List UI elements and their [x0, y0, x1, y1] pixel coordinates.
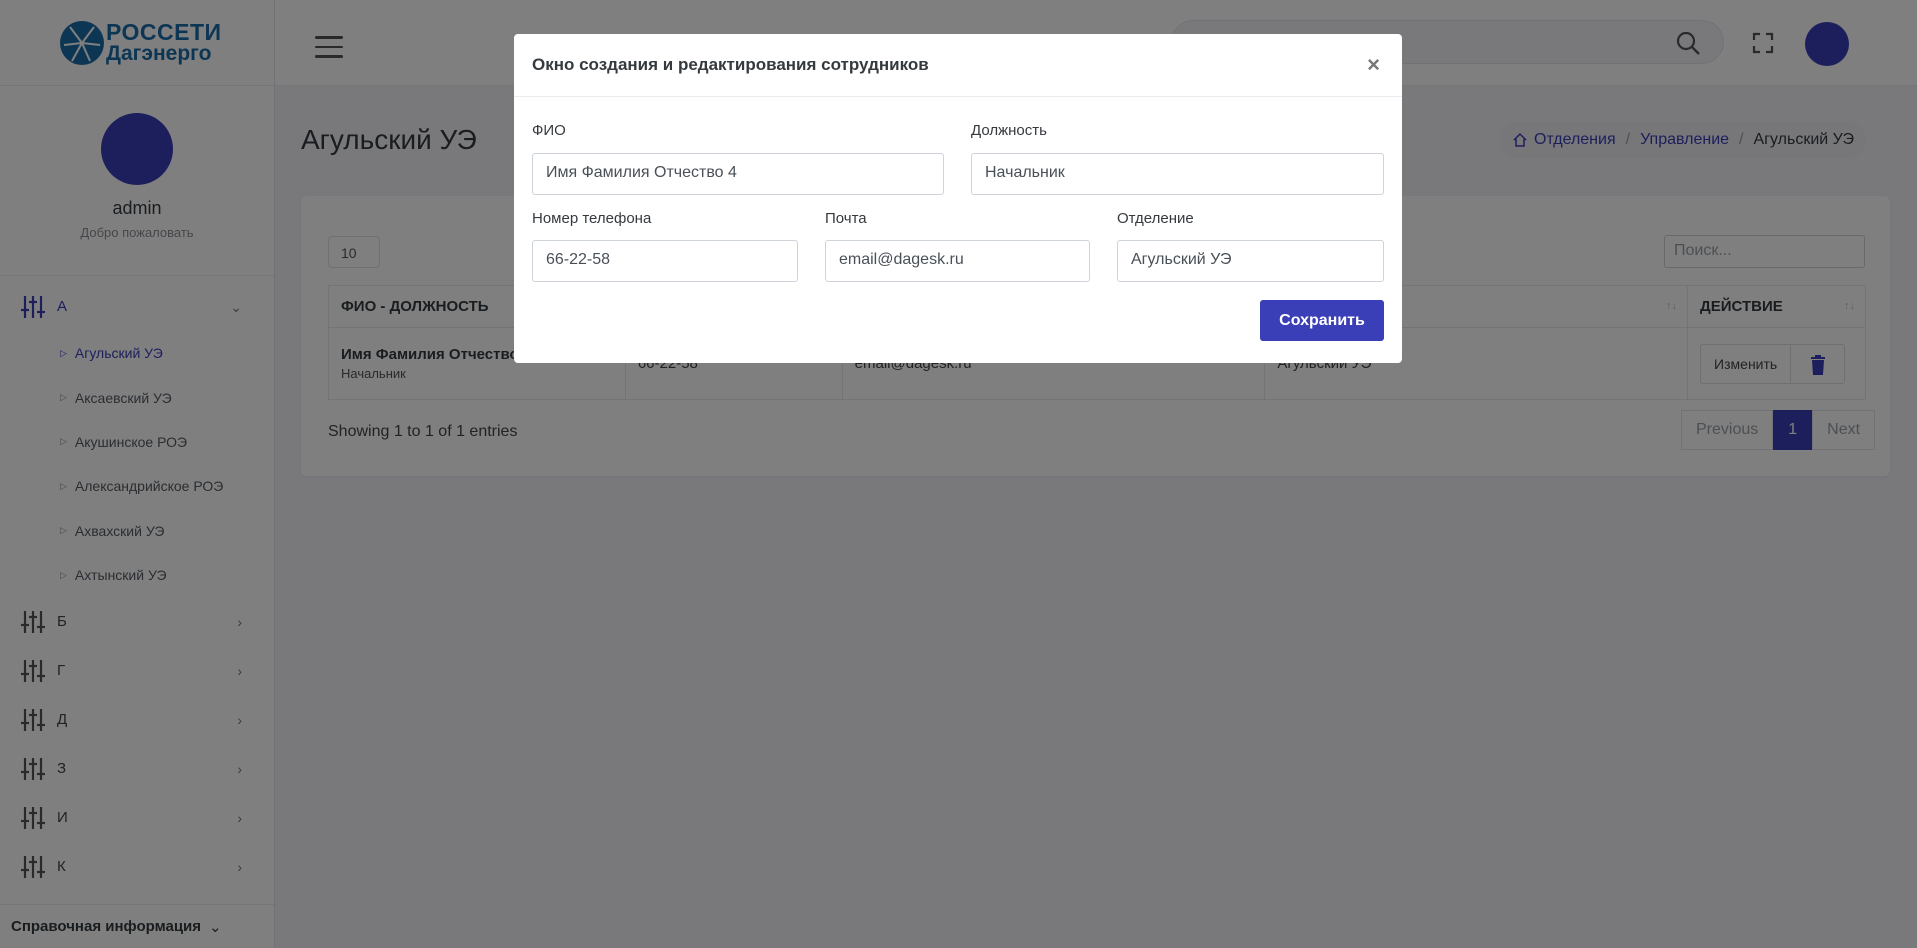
position-field[interactable]: Начальник	[971, 153, 1384, 195]
phone-field[interactable]: 66-22-58	[532, 240, 798, 282]
position-label: Должность	[971, 122, 1047, 139]
email-field[interactable]: email@dagesk.ru	[825, 240, 1090, 282]
department-label: Отделение	[1117, 210, 1194, 227]
phone-label: Номер телефона	[532, 210, 652, 227]
close-icon[interactable]: ×	[1367, 52, 1380, 78]
fio-field[interactable]: Имя Фамилия Отчество 4	[532, 153, 944, 195]
modal-header: Окно создания и редактирования сотрудник…	[514, 34, 1402, 97]
save-button[interactable]: Сохранить	[1260, 300, 1384, 341]
modal-title: Окно создания и редактирования сотрудник…	[532, 55, 929, 74]
email-label: Почта	[825, 210, 867, 227]
department-field[interactable]: Агульский УЭ	[1117, 240, 1384, 282]
fio-label: ФИО	[532, 122, 566, 139]
employee-edit-modal: Окно создания и редактирования сотрудник…	[514, 34, 1402, 363]
